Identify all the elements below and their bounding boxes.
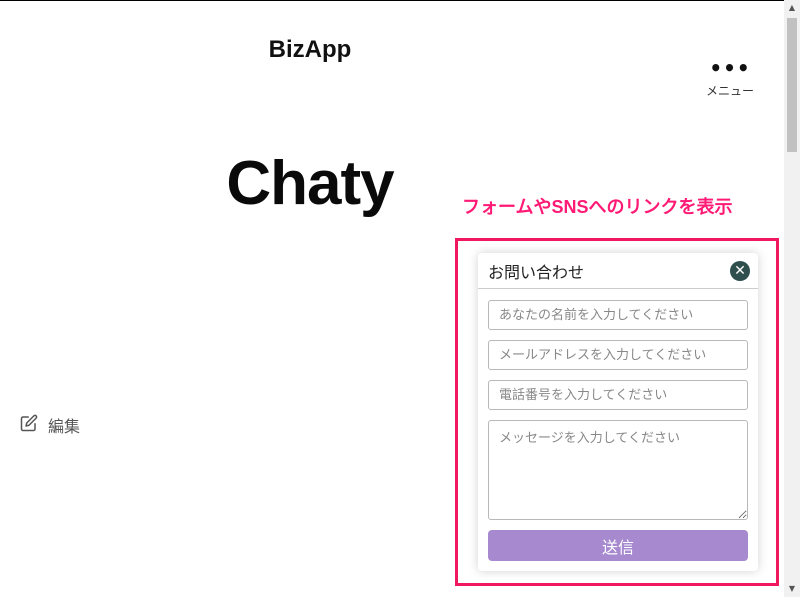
scroll-up-icon[interactable]: ▲	[784, 0, 800, 16]
widget-body: 送信	[478, 289, 758, 561]
name-input[interactable]	[488, 300, 748, 330]
menu-button[interactable]: ••• メニュー	[700, 58, 760, 100]
widget-title: お問い合わせ	[488, 262, 585, 282]
close-icon[interactable]: ✕	[730, 260, 750, 281]
top-border	[0, 0, 784, 1]
scroll-thumb[interactable]	[787, 18, 797, 152]
annotation-caption: フォームやSNSへのリンクを表示	[462, 197, 733, 217]
submit-button[interactable]: 送信	[488, 530, 748, 561]
message-input[interactable]	[488, 420, 748, 520]
more-dots-icon: •••	[709, 56, 751, 80]
edit-icon	[20, 414, 38, 436]
edit-label: 編集	[48, 417, 81, 436]
widget-header: お問い合わせ ✕	[478, 253, 758, 289]
scroll-down-icon[interactable]: ▼	[784, 581, 800, 597]
edit-button[interactable]: 編集	[20, 413, 80, 437]
brand-title[interactable]: BizApp	[0, 36, 620, 64]
scrollbar[interactable]: ▲ ▼	[784, 0, 800, 597]
email-input[interactable]	[488, 340, 748, 370]
phone-input[interactable]	[488, 380, 748, 410]
menu-label: メニュー	[705, 84, 754, 98]
contact-form-widget: お問い合わせ ✕ 送信	[478, 253, 758, 571]
